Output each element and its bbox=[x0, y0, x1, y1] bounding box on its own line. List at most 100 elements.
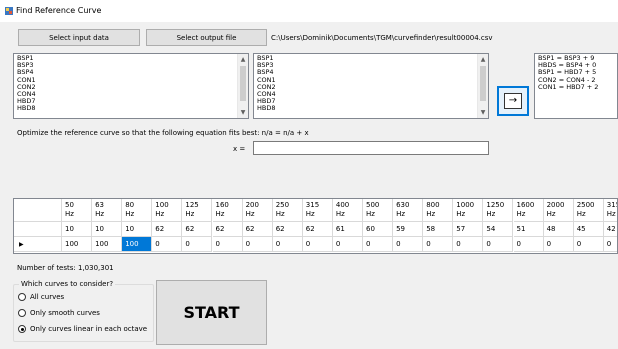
header-frequency: 160 bbox=[215, 201, 229, 209]
frequency-grid[interactable]: 50 Hz 63 Hz 80 Hz 100 Hz 125 Hz 160 Hz 200 Hz 250 Hz 315… bbox=[13, 198, 618, 254]
grid-column-header[interactable]: 630 Hz bbox=[393, 199, 424, 222]
grid-column-header[interactable]: 2500 Hz bbox=[573, 199, 604, 222]
grid-cell[interactable]: 59 bbox=[393, 222, 424, 237]
grid-cell[interactable]: 62 bbox=[182, 222, 213, 237]
scroll-down-icon[interactable]: ▼ bbox=[238, 107, 248, 118]
curve-option-radio[interactable]: Only curves linear in each octave bbox=[18, 325, 147, 333]
equations-list[interactable]: BSP1 = BSP3 + 9 HBDS = BSP4 + 0 BSP1 = HBD… bbox=[534, 53, 618, 119]
grid-column-header[interactable]: 250 Hz bbox=[272, 199, 303, 222]
header-frequency: 200 bbox=[245, 201, 259, 209]
header-unit: Hz bbox=[366, 210, 375, 218]
grid-cell[interactable]: 0 bbox=[272, 237, 303, 252]
grid-cell[interactable]: 58 bbox=[423, 222, 454, 237]
x-input[interactable] bbox=[253, 141, 489, 155]
grid-cell[interactable]: 0 bbox=[182, 237, 213, 252]
grid-column-header[interactable]: 3150Hz bbox=[603, 199, 617, 222]
optimize-text: Optimize the reference curve so that the… bbox=[17, 129, 309, 137]
grid-cell[interactable]: 0 bbox=[363, 237, 394, 252]
scroll-down-icon[interactable]: ▼ bbox=[478, 107, 488, 118]
header-frequency: 250 bbox=[275, 201, 290, 209]
grid-cell[interactable]: 0 bbox=[393, 237, 424, 252]
grid-column-header[interactable]: 125 Hz bbox=[182, 199, 213, 222]
grid-cell[interactable]: 62 bbox=[272, 222, 303, 237]
current-row-arrow-icon[interactable]: ▶ bbox=[14, 237, 62, 252]
list-item[interactable]: CON1 = HBD7 + 2 bbox=[538, 83, 598, 91]
grid-cell[interactable]: 100 bbox=[62, 237, 93, 252]
grid-cell[interactable]: 62 bbox=[212, 222, 243, 237]
scroll-thumb[interactable] bbox=[480, 66, 486, 101]
reference-list-scrollbar[interactable]: ▲ ▼ bbox=[477, 54, 488, 118]
grid-column-header[interactable]: 160 Hz bbox=[212, 199, 243, 222]
grid-cell[interactable]: 0 bbox=[603, 237, 617, 252]
arrow-right-icon: → bbox=[504, 93, 522, 109]
grid-cell[interactable]: 42 bbox=[603, 222, 617, 237]
grid-cell[interactable]: 100 bbox=[92, 237, 123, 252]
grid-cell[interactable]: 0 bbox=[302, 237, 333, 252]
grid-cell[interactable]: 62 bbox=[302, 222, 333, 237]
reference-list[interactable]: BSP1 BSP3 BSP4 CON1 CON2 CON4 HBD7 HBD8 ▲ ▼ bbox=[253, 53, 489, 119]
grid-cell[interactable]: 0 bbox=[543, 237, 574, 252]
header-unit: Hz bbox=[335, 210, 345, 218]
grid-cell[interactable]: 62 bbox=[152, 222, 183, 237]
header-frequency: 1600 bbox=[516, 201, 535, 209]
list-item[interactable]: HBD8 bbox=[17, 105, 36, 112]
input-list[interactable]: BSP1 BSP3 BSP4 CON1 CON2 CON4 HBD7 HBD8 ▲ ▼ bbox=[13, 53, 249, 119]
header-unit: Hz bbox=[456, 210, 466, 218]
scroll-thumb[interactable] bbox=[240, 66, 246, 101]
grid-cell[interactable]: 61 bbox=[332, 222, 363, 237]
input-list-scrollbar[interactable]: ▲ ▼ bbox=[237, 54, 248, 118]
header-frequency: 2000 bbox=[546, 201, 565, 209]
radio-circle-icon[interactable] bbox=[18, 309, 26, 317]
scroll-up-icon[interactable]: ▲ bbox=[478, 54, 488, 65]
curve-option-radio[interactable]: Only smooth curves bbox=[18, 309, 100, 317]
grid-cell[interactable]: 0 bbox=[332, 237, 363, 252]
grid-cell[interactable]: 51 bbox=[513, 222, 544, 237]
grid-column-header[interactable]: 63 Hz bbox=[92, 199, 123, 222]
grid-cell[interactable]: 60 bbox=[363, 222, 394, 237]
grid-cell[interactable]: 48 bbox=[543, 222, 574, 237]
grid-column-header[interactable]: 50 Hz bbox=[62, 199, 93, 222]
grid-column-header[interactable]: 1250 Hz bbox=[483, 199, 514, 222]
grid-column-header[interactable]: 500 Hz bbox=[363, 199, 394, 222]
grid-corner bbox=[14, 199, 62, 222]
header-frequency: 500 bbox=[366, 201, 380, 209]
grid-cell[interactable]: 57 bbox=[453, 222, 484, 237]
grid-column-header[interactable]: 2000 Hz bbox=[543, 199, 574, 222]
grid-cell[interactable]: 10 bbox=[92, 222, 123, 237]
radio-circle-icon[interactable] bbox=[18, 293, 26, 301]
select-input-button[interactable]: Select input data bbox=[18, 29, 140, 46]
grid-column-header[interactable]: 400 Hz bbox=[332, 199, 363, 222]
grid-cell[interactable]: 0 bbox=[242, 237, 273, 252]
grid-cell[interactable]: 0 bbox=[573, 237, 604, 252]
grid-cell[interactable]: 10 bbox=[62, 222, 93, 237]
grid-cell[interactable]: 10 bbox=[122, 222, 153, 237]
grid-cell[interactable]: 0 bbox=[513, 237, 544, 252]
grid-cell[interactable]: 0 bbox=[152, 237, 183, 252]
list-item[interactable]: HBD8 bbox=[257, 105, 276, 112]
header-unit: Hz bbox=[125, 210, 135, 218]
grid-cell[interactable]: 45 bbox=[573, 222, 604, 237]
curve-option-radio[interactable]: All curves bbox=[18, 293, 64, 301]
grid-cell[interactable]: 0 bbox=[423, 237, 454, 252]
grid-cell[interactable]: 100 bbox=[122, 237, 153, 252]
radio-circle-icon[interactable] bbox=[18, 325, 26, 333]
grid-cell[interactable]: 62 bbox=[242, 222, 273, 237]
grid-cell[interactable]: 0 bbox=[483, 237, 514, 252]
grid-column-header[interactable]: 1600 Hz bbox=[513, 199, 544, 222]
grid-cell[interactable]: 0 bbox=[212, 237, 243, 252]
start-button[interactable]: START bbox=[156, 280, 267, 345]
grid-column-header[interactable]: 315 Hz bbox=[302, 199, 333, 222]
x-label: x = bbox=[233, 145, 246, 153]
grid-column-header[interactable]: 200 Hz bbox=[242, 199, 273, 222]
grid-column-header[interactable]: 100 Hz bbox=[152, 199, 183, 222]
grid-cell[interactable]: 54 bbox=[483, 222, 514, 237]
grid-column-header[interactable]: 1000 Hz bbox=[453, 199, 484, 222]
grid-column-header[interactable]: 80 Hz bbox=[122, 199, 153, 222]
grid-cell[interactable]: 0 bbox=[453, 237, 484, 252]
grid-column-header[interactable]: 800 Hz bbox=[423, 199, 454, 222]
row-header[interactable] bbox=[14, 222, 62, 237]
scroll-up-icon[interactable]: ▲ bbox=[238, 54, 248, 65]
select-output-button[interactable]: Select output file bbox=[146, 29, 267, 46]
header-unit: Hz bbox=[516, 210, 526, 218]
add-equation-button[interactable]: → bbox=[497, 86, 529, 116]
